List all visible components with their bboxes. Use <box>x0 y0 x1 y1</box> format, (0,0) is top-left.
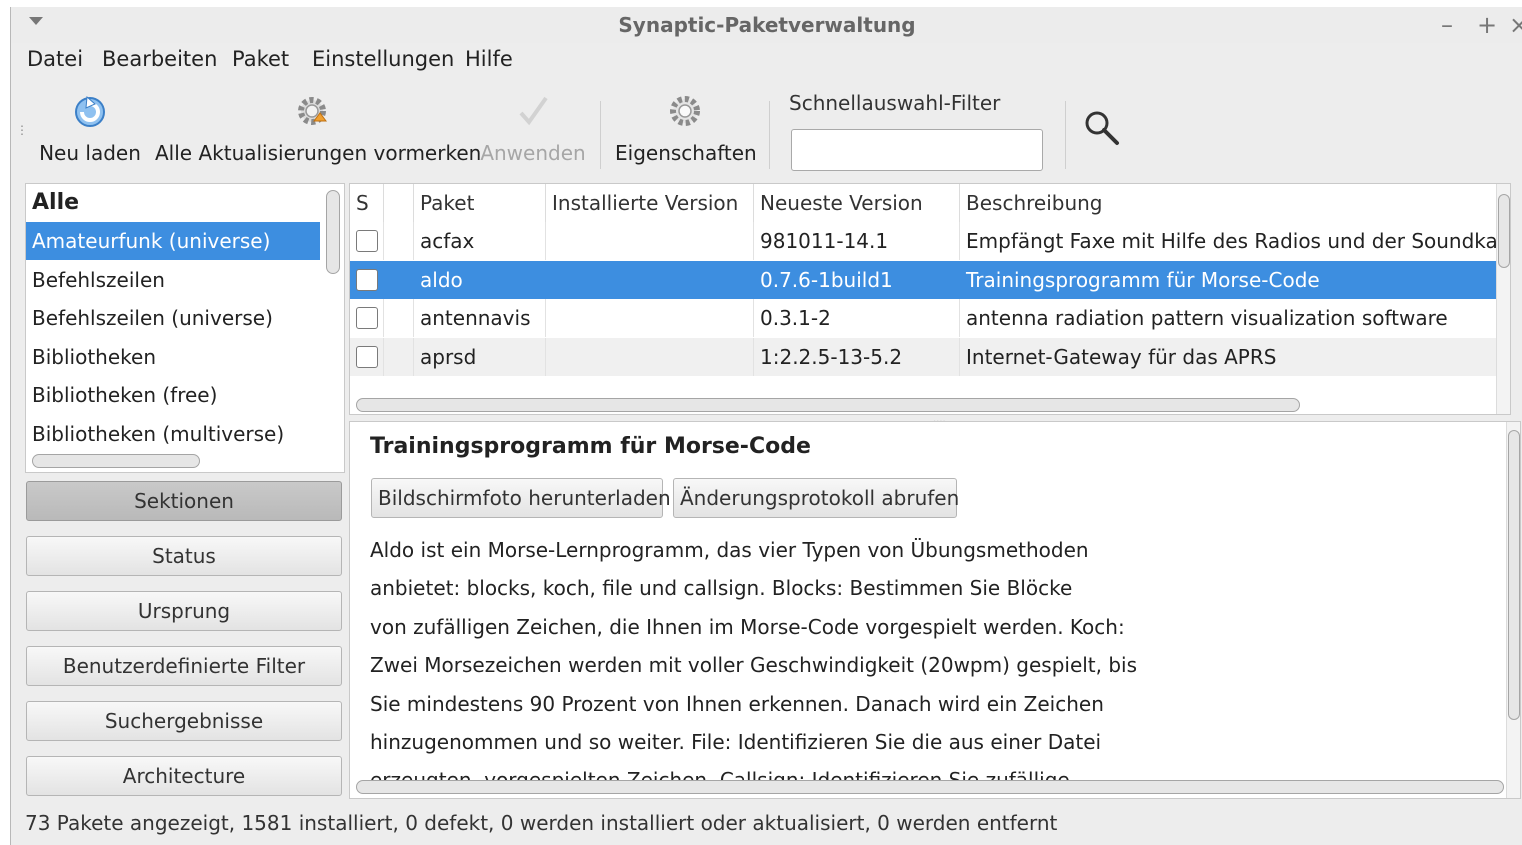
search-results-button[interactable]: Suchergebnisse <box>26 701 342 741</box>
package-details: Trainingsprogramm für Morse-Code Bildsch… <box>349 421 1521 799</box>
column-header-installed-version[interactable]: Installierte Version <box>546 184 754 222</box>
section-item-bibliotheken-multiverse[interactable]: Bibliotheken (multiverse) <box>26 415 320 453</box>
menu-paket[interactable]: Paket <box>232 47 289 71</box>
package-description: antenna radiation pattern visualization … <box>960 299 1510 337</box>
menu-datei[interactable]: Datei <box>27 47 83 71</box>
package-description: Internet-Gateway für das APRS <box>960 338 1510 376</box>
mark-checkbox[interactable] <box>356 307 378 329</box>
latest-version: 0.7.6-1build1 <box>754 261 960 299</box>
section-item-befehlszeilen-universe[interactable]: Befehlszeilen (universe) <box>26 299 320 337</box>
mark-upgrades-icon <box>298 97 327 125</box>
origin-filter-button[interactable]: Ursprung <box>26 591 342 631</box>
mark-all-label: Alle Aktualisierungen vormerken <box>155 141 482 165</box>
apply-button[interactable]: Anwenden <box>477 79 589 175</box>
properties-icon <box>670 96 700 126</box>
status-bar: 73 Pakete angezeigt, 1581 installiert, 0… <box>25 811 1058 835</box>
installed-version <box>546 299 754 337</box>
synaptic-window: Synaptic-Paketverwaltung – + × Datei Bea… <box>10 7 1522 845</box>
properties-label: Eigenschaften <box>615 141 757 165</box>
table-vertical-scrollbar[interactable] <box>1496 184 1510 414</box>
details-horizontal-scrollbar[interactable] <box>356 780 1504 794</box>
package-description: Trainingsprogramm für Morse-Code <box>960 261 1510 299</box>
package-long-description: Aldo ist ein Morse-Lernprogramm, das vie… <box>370 538 1138 781</box>
package-name: acfax <box>414 222 546 260</box>
table-horizontal-scrollbar[interactable] <box>356 398 1300 412</box>
menu-einstellungen[interactable]: Einstellungen <box>312 47 454 71</box>
quick-filter-input[interactable] <box>791 129 1043 171</box>
sections-list[interactable]: Alle Amateurfunk (universe) Befehlszeile… <box>25 183 345 473</box>
details-title: Trainingsprogramm für Morse-Code <box>370 434 811 459</box>
quick-filter-label: Schnellauswahl-Filter <box>789 91 1001 115</box>
latest-version: 1:2.2.5-13-5.2 <box>754 338 960 376</box>
support-cell <box>384 338 414 376</box>
window-title: Synaptic-Paketverwaltung <box>618 13 916 37</box>
architecture-filter-button[interactable]: Architecture <box>26 756 342 796</box>
minimize-button[interactable]: – <box>1441 11 1453 39</box>
column-header-status[interactable]: S <box>350 184 384 222</box>
toolbar-grip[interactable]: ⋮ <box>16 123 28 137</box>
latest-version: 981011-14.1 <box>754 222 960 260</box>
menu-hilfe[interactable]: Hilfe <box>465 47 513 71</box>
package-description: Empfängt Faxe mit Hilfe des Radios und d… <box>960 222 1510 260</box>
table-row[interactable]: antennavis 0.3.1-2 antenna radiation pat… <box>350 299 1510 337</box>
reload-icon <box>75 95 105 127</box>
sections-horizontal-scrollbar[interactable] <box>32 454 200 468</box>
apply-icon <box>519 96 548 126</box>
sections-vertical-scrollbar[interactable] <box>326 190 340 274</box>
column-header-package[interactable]: Paket <box>414 184 546 222</box>
details-vertical-scrollbar[interactable] <box>1506 422 1520 798</box>
mark-checkbox[interactable] <box>356 346 378 368</box>
latest-version: 0.3.1-2 <box>754 299 960 337</box>
package-name: aldo <box>414 261 546 299</box>
section-item-befehlszeilen[interactable]: Befehlszeilen <box>26 261 320 299</box>
section-item-alle[interactable]: Alle <box>26 184 320 222</box>
toolbar-separator <box>1065 101 1066 169</box>
installed-version <box>546 338 754 376</box>
apply-label: Anwenden <box>480 141 586 165</box>
sections-filter-button[interactable]: Sektionen <box>26 481 342 521</box>
mark-checkbox[interactable] <box>356 230 378 252</box>
installed-version <box>546 222 754 260</box>
table-row-selected[interactable]: aldo 0.7.6-1build1 Trainingsprogramm für… <box>350 261 1510 299</box>
mark-checkbox[interactable] <box>356 269 378 291</box>
column-header-description[interactable]: Beschreibung <box>960 184 1510 222</box>
maximize-button[interactable]: + <box>1477 11 1497 39</box>
get-changelog-button[interactable]: Änderungsprotokoll abrufen <box>673 478 959 518</box>
title-bar: Synaptic-Paketverwaltung – + × <box>11 7 1522 43</box>
section-item-bibliotheken-free[interactable]: Bibliotheken (free) <box>26 376 320 414</box>
section-item-amateurfunk[interactable]: Amateurfunk (universe) <box>26 222 320 260</box>
menu-bearbeiten[interactable]: Bearbeiten <box>102 47 217 71</box>
package-name: aprsd <box>414 338 546 376</box>
support-cell <box>384 261 414 299</box>
package-name: antennavis <box>414 299 546 337</box>
toolbar-separator <box>769 101 770 169</box>
mark-all-upgrades-button[interactable]: Alle Aktualisierungen vormerken <box>155 79 482 175</box>
column-header-support[interactable] <box>384 184 414 222</box>
reload-button[interactable]: Neu laden <box>37 79 143 175</box>
close-button[interactable]: × <box>1509 11 1522 39</box>
search-icon[interactable] <box>1083 109 1121 147</box>
package-table[interactable]: S Paket Installierte Version Neueste Ver… <box>349 183 1511 415</box>
toolbar: ⋮ Neu laden Alle Aktualisierungen vormer… <box>11 79 1522 179</box>
download-screenshot-button[interactable]: Bildschirmfoto herunterladen <box>371 478 671 518</box>
support-cell <box>384 299 414 337</box>
reload-label: Neu laden <box>39 141 141 165</box>
status-filter-button[interactable]: Status <box>26 536 342 576</box>
support-cell <box>384 222 414 260</box>
custom-filters-button[interactable]: Benutzerdefinierte Filter <box>26 646 342 686</box>
installed-version <box>546 261 754 299</box>
column-header-latest-version[interactable]: Neueste Version <box>754 184 960 222</box>
section-item-bibliotheken[interactable]: Bibliotheken <box>26 338 320 376</box>
table-row[interactable]: acfax 981011-14.1 Empfängt Faxe mit Hilf… <box>350 222 1510 260</box>
properties-button[interactable]: Eigenschaften <box>615 79 757 175</box>
toolbar-separator <box>600 101 601 169</box>
table-row[interactable]: aprsd 1:2.2.5-13-5.2 Internet-Gateway fü… <box>350 338 1510 376</box>
